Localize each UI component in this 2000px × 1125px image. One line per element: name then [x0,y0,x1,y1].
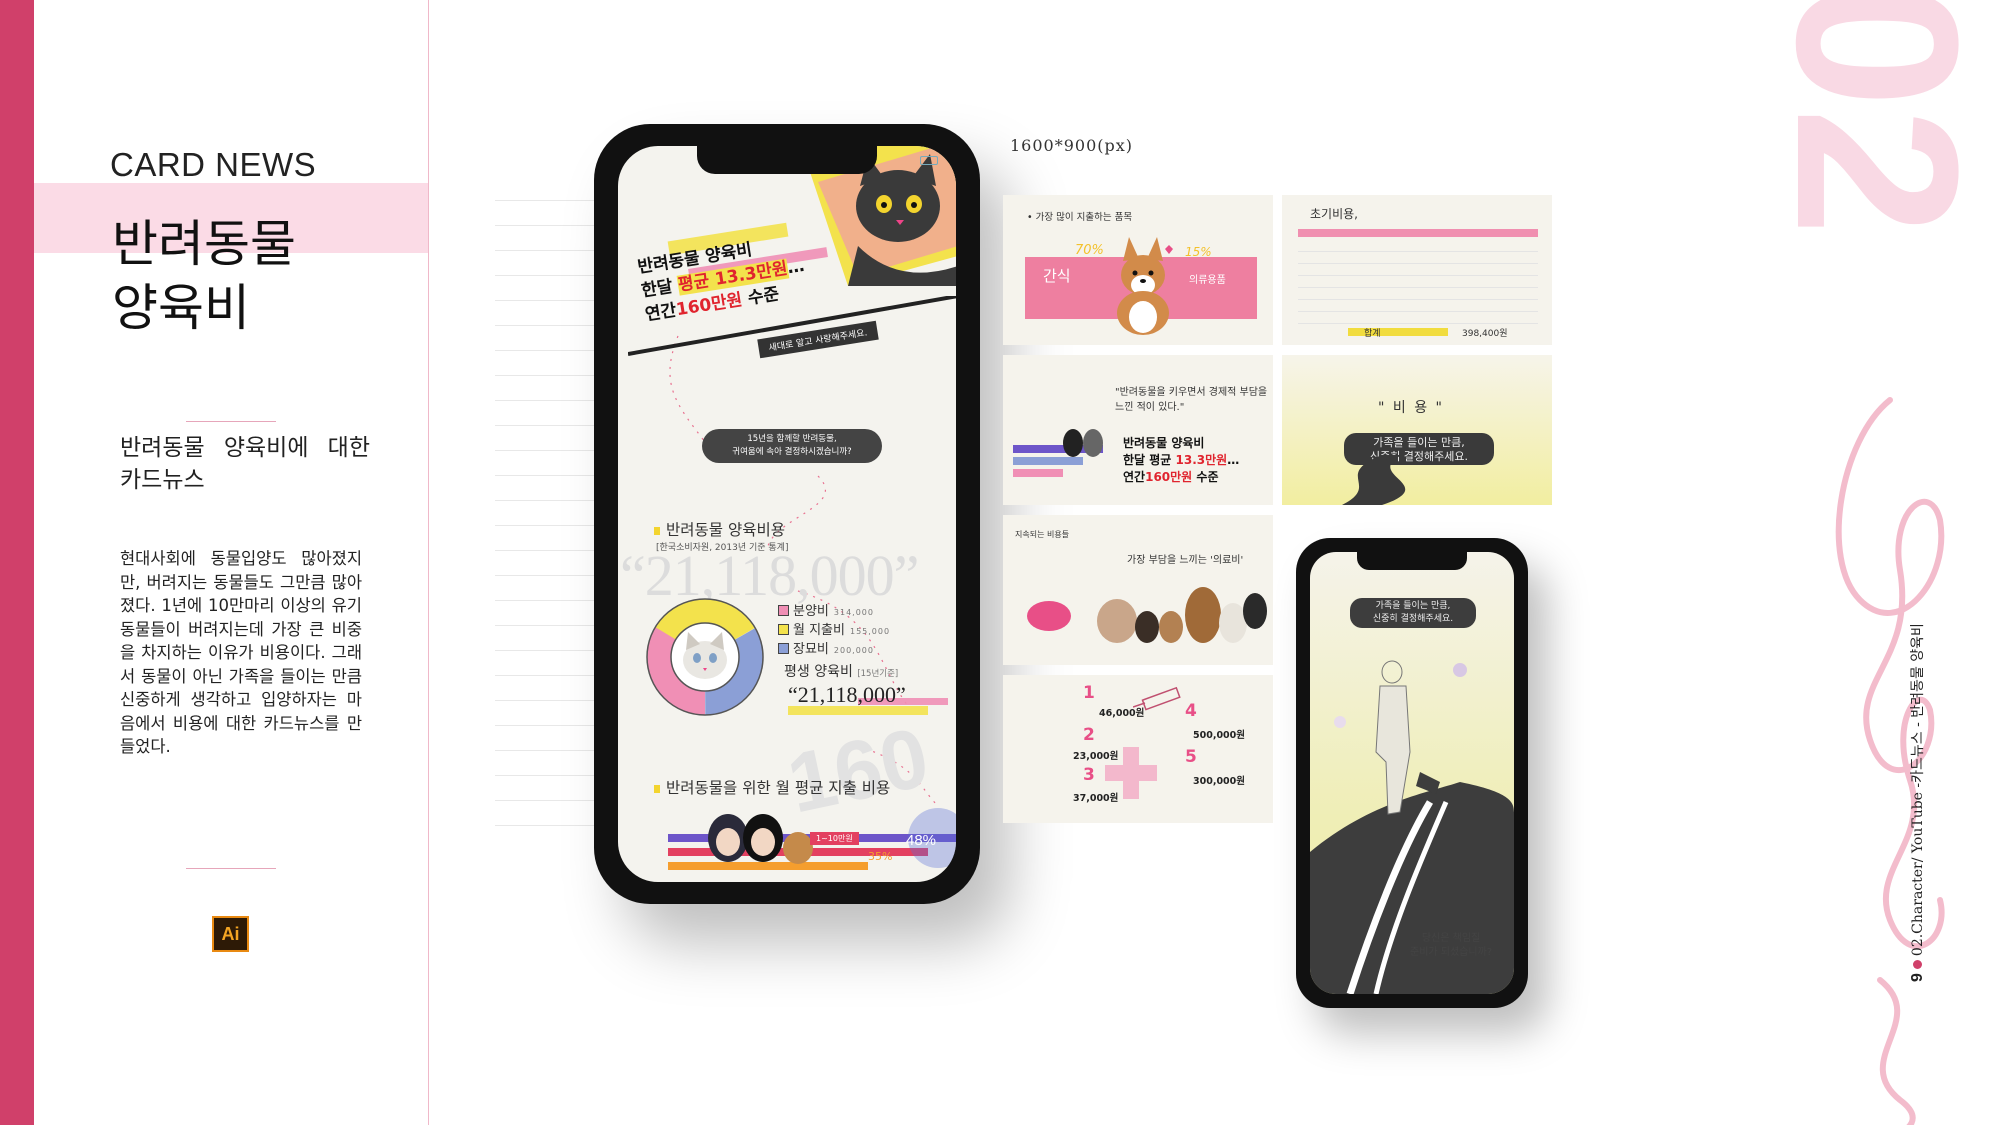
card-thumbnail-medical: 지속되는 비용들 가장 부담을 느끼는 '의료비' [1003,515,1273,665]
syringe-icon [1133,686,1181,711]
cost-donut-chart [646,598,764,716]
medical-cross-icon [1105,747,1157,799]
item-number: 3 [1083,765,1095,785]
dogs-photo [1093,571,1269,651]
accent-strip [0,0,34,1125]
vertical-caption: 9 02.Character/ YouTube -카드뉴스 - 반려동물 양육비 [1907,623,1927,982]
phone-notch [697,146,877,174]
range-label: 1~10만원 [810,832,859,845]
item-number: 1 [1083,683,1095,703]
item-value: 500,000원 [1193,730,1246,741]
eyebrow-label: CARD NEWS [110,146,317,183]
panel-divider [428,0,429,1125]
phone-notch [1357,552,1467,570]
illustrator-icon: Ai [212,916,249,952]
phone-screen: 반려동물 양육비 한달 평균 13.3만원… 연간160만원 수준 새대로 알고… [618,146,956,882]
section-title-monthly: 반려동물을 위한 월 평균 지출 비용 [654,776,890,798]
question-pill: 가족을 들이는 만큼, 신중히 결정해주세요. [1350,598,1476,628]
card-percent-70: 70% [1075,243,1104,258]
pink-bubble [1027,601,1071,631]
item-number: 2 [1083,725,1095,745]
card-thumbnail-items: • 가장 많이 지출하는 품목 간식 70% 15% 의류용품 [1003,195,1273,345]
road-graphic [1342,455,1406,505]
caption-text: 02.Character/ YouTube -카드뉴스 - 반려동물 양육비 [1910,623,1926,957]
card-percent-15: 15% [1185,245,1212,259]
project-title-line1: 반려동물 [112,215,296,273]
sum-value: 398,400원 [1462,329,1508,339]
sum-highlight [1348,328,1448,336]
lifetime-cost-label: 평생 양육비 [15년기준] [784,664,899,680]
card-thumbnail-burden: "반려동물을 키우면서 경제적 부담을 느낀 적이 있다." 반려동물 양육비 … [1003,355,1273,505]
card-title: 초기비용, [1310,207,1358,221]
phone-mockup-secondary: 가족을 들이는 만큼, 신중히 결정해주세요. 당신은 책임질 준비가 되셨습니까? [1296,538,1528,1008]
card-other-label: 의류용품 [1189,275,1226,286]
legend-item: 장묘비 200,000 [778,641,890,660]
page-number: 9 [1909,973,1926,982]
lifetime-cost-value: “21,118,000” [788,682,906,707]
closing-question: 당신은 책임질 준비가 되셨습니까? [1410,933,1493,958]
section-number: 02 [1749,0,2000,236]
legend-item: 분양비 314,000 [778,603,890,622]
project-subtitle: 반려동물 양육비에 대한 카드뉴스 [120,435,370,493]
card-thumbnail-medical-costs: 1 46,000원 2 23,000원 3 37,000원 4 500,000원… [1003,675,1273,823]
cost-legend: 분양비 314,000 월 지출비 155,000 장묘비 200,000 [778,603,890,660]
card-quote: "반려동물을 키우면서 경제적 부담을 느낀 적이 있다." [1115,387,1268,413]
cost-table [1298,229,1538,324]
item-number: 5 [1185,747,1197,767]
card-medical-title: 가장 부담을 느끼는 '의료비' [1127,555,1244,566]
canvas-size-label: 1600*900(px) [1010,136,1134,155]
percent-35: 35% [868,850,893,863]
project-description: 현대사회에 동물입양도 많아졌지만, 버려지는 동물들도 그만큼 많아졌다. 1… [120,549,362,756]
project-title: 반려동물 양육비 [112,212,296,340]
card-title: 지속되는 비용들 [1015,530,1070,539]
card-cost-title: " 비 용 " [1378,400,1444,416]
question-pill: 15년을 함께할 반려동물, 귀여움에 속아 결정하시겠습니까? [702,429,882,463]
corgi-illustration [1117,237,1173,335]
card-snack-label: 간식 [1043,267,1071,285]
item-value: 300,000원 [1193,776,1246,787]
battery-icon [920,156,938,165]
card-headline: 반려동물 양육비 한달 평균 13.3만원… 연간160만원 수준 [1123,436,1240,484]
divider-rule [186,421,276,422]
phone-mockup-main: 반려동물 양육비 한달 평균 13.3만원… 연간160만원 수준 새대로 알고… [594,124,980,904]
section-title-cost: 반려동물 양육비용 [654,518,785,540]
card-thumbnail-initial-cost: 초기비용, 합계 398,400원 [1282,195,1552,345]
card-thumbnail-cost: " 비 용 " 가족을 들이는 만큼, 신중히 결정해주세요. [1282,355,1552,505]
legend-item: 월 지출비 155,000 [778,622,890,641]
card-title: • 가장 많이 지출하는 품목 [1027,212,1133,223]
project-title-line2: 양육비 [112,279,250,337]
character-script-lettering [1835,397,1945,1125]
divider-rule [186,868,276,869]
percent-48: 48% [906,832,937,849]
phone-screen: 가족을 들이는 만큼, 신중히 결정해주세요. 당신은 책임질 준비가 되셨습니까? [1310,552,1514,994]
bar-graphic [1013,429,1103,477]
sum-label: 합계 [1364,329,1381,339]
